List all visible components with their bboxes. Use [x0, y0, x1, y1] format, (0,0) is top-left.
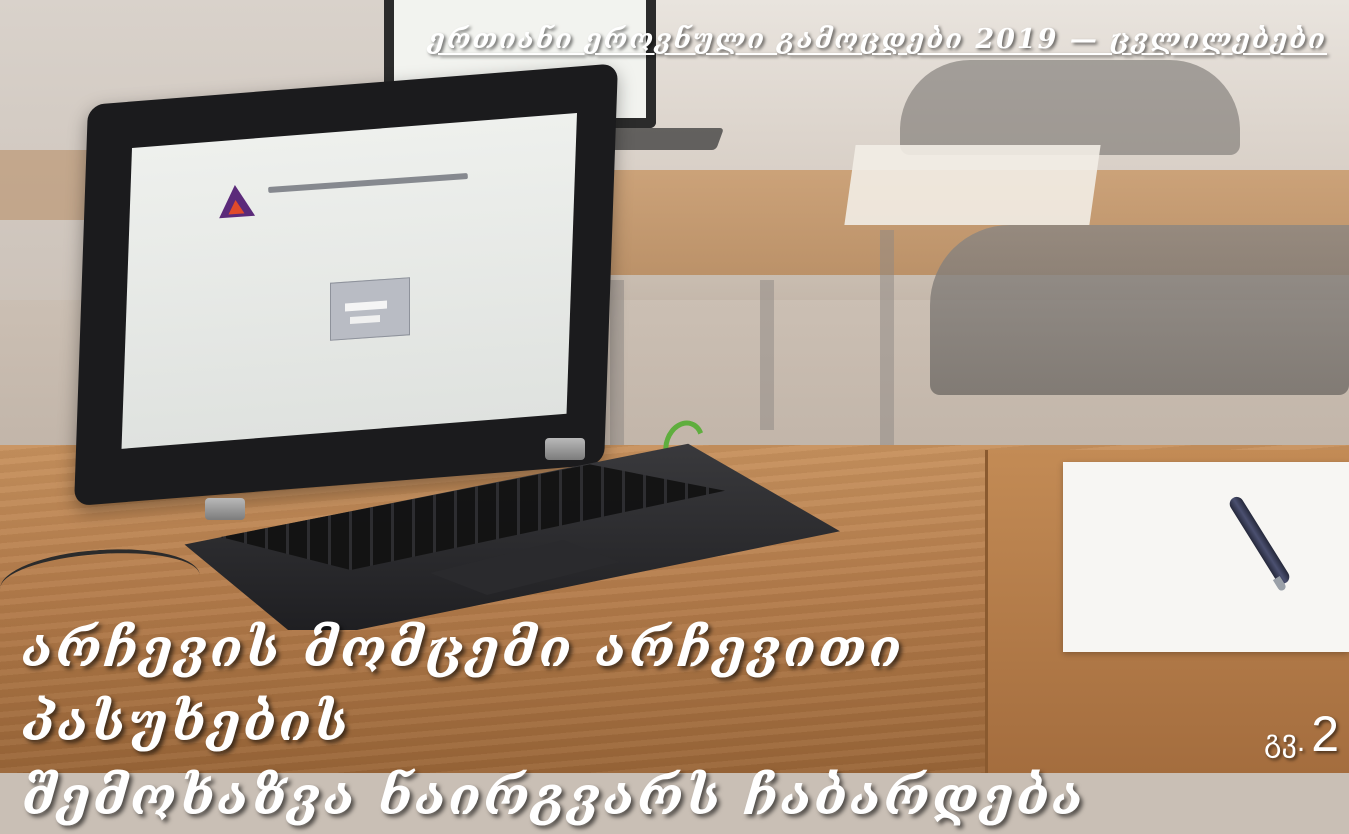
page-reference: გვ. 2 — [1264, 705, 1339, 763]
background-chair — [900, 60, 1240, 155]
background-paper — [844, 145, 1101, 225]
exam-center-logo-accent-icon — [227, 199, 245, 215]
main-title-line-1: არჩევის მომცემი არჩევითი პასუხების — [22, 618, 905, 753]
page-number: 2 — [1311, 706, 1339, 762]
chair-leg — [760, 280, 774, 430]
foreground-chair — [930, 225, 1349, 395]
main-title: არჩევის მომცემი არჩევითი პასუხების შემოხ… — [22, 612, 1212, 834]
main-title-line-2: შემოხაზვა ნაირგვარს ჩაბარდება — [22, 766, 1087, 827]
page-abbreviation: გვ. — [1264, 725, 1306, 758]
header-title: ერთიანი ეროვნული გამოცდები 2019 — ცვლილე… — [428, 24, 1327, 55]
hinge-right — [545, 438, 585, 460]
hinge-left — [205, 498, 245, 520]
chair-leg — [610, 280, 624, 450]
chair-leg — [880, 230, 894, 450]
